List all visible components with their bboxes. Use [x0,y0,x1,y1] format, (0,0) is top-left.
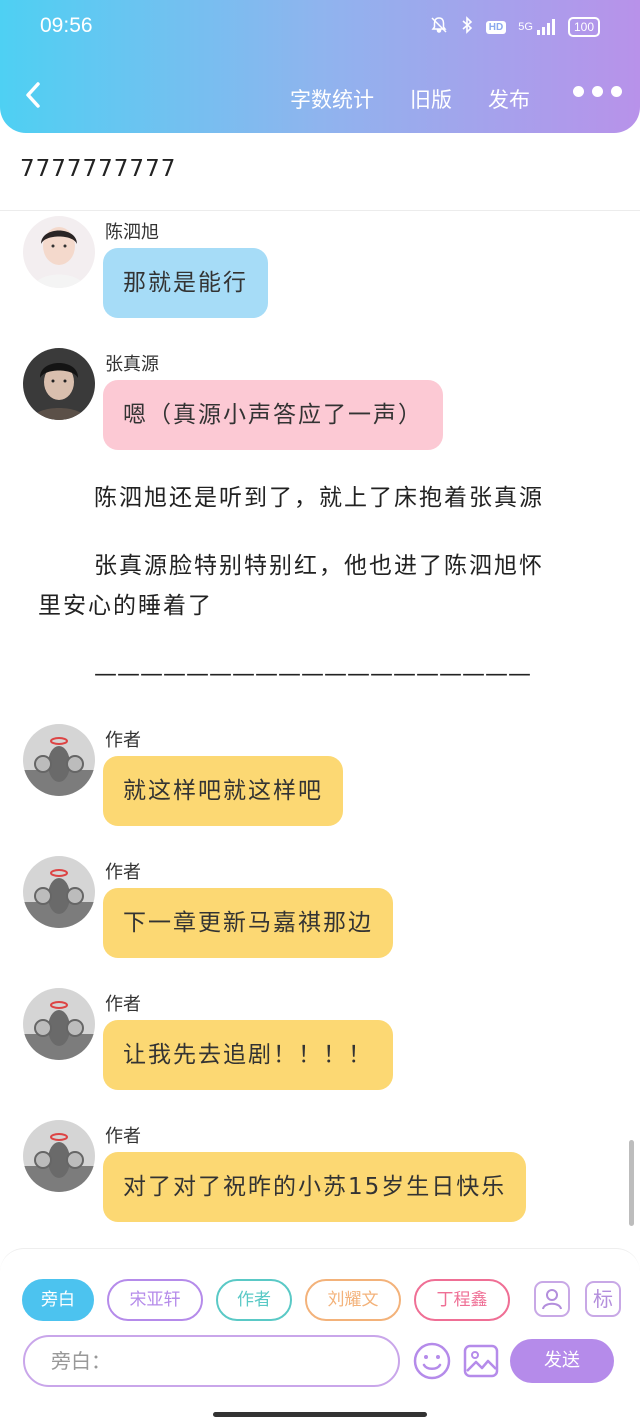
add-character-button[interactable] [534,1281,570,1317]
old-version-button[interactable]: 旧版 [410,84,452,114]
battery-indicator: 100 [567,17,600,37]
author-avatar[interactable] [23,856,95,928]
message-bubble[interactable]: 嗯（真源小声答应了一声） [103,380,443,450]
role-chip-liu-yaowen[interactable]: 刘耀文 [305,1279,401,1321]
narration-text: 张真源脸特别特别红，他也进了陈泗旭怀 [94,553,544,579]
message-bubble[interactable]: 下一章更新马嘉祺那边 [103,888,393,958]
role-chip-ding-chengxin[interactable]: 丁程鑫 [414,1279,510,1321]
publish-button[interactable]: 发布 [488,84,530,114]
role-chip-author[interactable]: 作者 [216,1279,292,1321]
author-avatar[interactable] [23,1120,95,1192]
role-chip-song-yaxuan[interactable]: 宋亚轩 [107,1279,203,1321]
role-chips: 旁白 宋亚轩 作者 刘耀文 丁程鑫 [22,1279,510,1321]
word-count-button[interactable]: 字数统计 [290,84,374,114]
message-bubble[interactable]: 就这样吧就这样吧 [103,756,343,826]
message-bubble[interactable]: 对了对了祝昨的小苏15岁生日快乐 [103,1152,527,1222]
sender-name: 作者 [105,730,141,751]
mute-bell-icon [430,16,448,38]
more-options-button[interactable] [573,86,622,97]
message-bubble[interactable]: 那就是能行 [103,248,268,318]
header-actions: 字数统计 旧版 发布 [290,84,530,114]
tag-button[interactable]: 标 [585,1281,621,1317]
sender-name: 陈泗旭 [105,222,159,243]
narration-divider: ——————————————————— [94,661,531,687]
author-avatar[interactable] [23,724,95,796]
image-button[interactable] [461,1341,501,1381]
dot-icon [592,86,603,97]
dot-icon [611,86,622,97]
image-icon [463,1344,499,1378]
hd-badge: HD [485,20,507,34]
back-button[interactable] [20,78,48,112]
story-title[interactable]: 7777777777 [20,156,176,182]
sender-name: 作者 [105,994,141,1015]
bluetooth-icon [460,16,474,38]
person-icon [542,1289,562,1310]
sender-name: 张真源 [105,354,159,375]
narration-text: 里安心的睡着了 [38,593,213,619]
emoji-button[interactable] [412,1341,452,1381]
status-time: 09:56 [40,14,93,37]
top-header: 09:56 HD 5G 100 字数统计 旧版 发布 [0,0,640,133]
title-divider [0,210,640,211]
send-button[interactable]: 发送 [510,1339,614,1383]
narration-text: 陈泗旭还是听到了，就上了床抱着张真源 [94,485,544,511]
sender-name: 作者 [105,862,141,883]
scrollbar[interactable] [629,1140,634,1226]
message-bubble[interactable]: 让我先去追剧！！！！ [103,1020,393,1090]
composer-panel: 旁白 宋亚轩 作者 刘耀文 丁程鑫 标 发送 [0,1248,640,1422]
dot-icon [573,86,584,97]
signal-strength-icon: 5G [518,19,556,35]
status-icons: HD 5G 100 [430,16,600,38]
avatar[interactable] [23,216,95,288]
network-type: 5G [518,20,533,33]
role-chip-narration[interactable]: 旁白 [22,1279,94,1321]
avatar[interactable] [23,348,95,420]
author-avatar[interactable] [23,988,95,1060]
chevron-left-icon [26,82,40,108]
message-input[interactable] [23,1335,400,1387]
home-indicator[interactable] [213,1412,427,1417]
tag-icon: 标 [593,1287,613,1311]
sender-name: 作者 [105,1126,141,1147]
emoji-icon [413,1342,451,1380]
